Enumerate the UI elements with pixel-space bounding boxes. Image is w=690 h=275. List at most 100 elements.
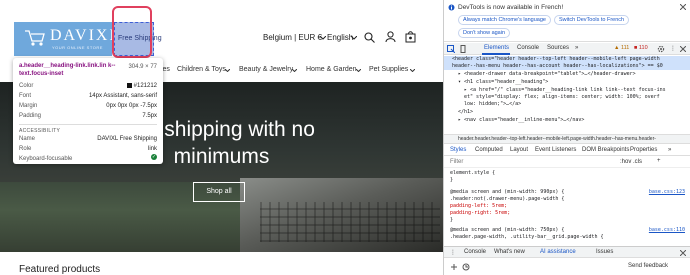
tab-dom-breakpoints[interactable]: DOM Breakpoints xyxy=(582,147,629,153)
switch-to-french-button[interactable]: Switch DevTools to French xyxy=(554,15,630,25)
currency-selector[interactable]: Belgium | EUR € xyxy=(263,33,322,42)
tooltip-size: 304.9 × 77 xyxy=(128,64,157,70)
logo-subtext: YOUR ONLINE STORE xyxy=(52,45,103,50)
breadcrumb[interactable]: header.header.header--top-left.header--m… xyxy=(444,134,690,144)
more-tabs-button[interactable]: » xyxy=(575,45,578,51)
device-toolbar-icon[interactable] xyxy=(459,45,467,53)
language-selector[interactable]: English xyxy=(327,33,353,42)
chevron-down-icon xyxy=(410,69,415,72)
tooltip-row-role: Role link xyxy=(19,146,157,152)
nav-item-beauty-jewelry[interactable]: Beauty & Jewelry xyxy=(239,66,293,73)
style-line[interactable]: padding-right: 5rem; xyxy=(450,210,510,217)
chevron-down-icon xyxy=(356,69,361,72)
state-class-toggles[interactable]: :hov .cls xyxy=(620,159,642,165)
dom-line[interactable]: ▾ <h1 class="header__heading"> xyxy=(458,79,548,86)
tab-event-listeners[interactable]: Event Listeners xyxy=(535,147,576,153)
nav-item-home-garden[interactable]: Home & Garden xyxy=(306,66,357,73)
notice-text: DevTools is now available in French! xyxy=(458,4,564,11)
account-icon[interactable] xyxy=(385,31,396,43)
chevron-down-icon xyxy=(292,69,297,72)
shopping-bag-icon[interactable] xyxy=(405,30,416,43)
send-feedback-link[interactable]: Send feedback xyxy=(628,263,668,269)
tooltip-selector: a.header__heading-link.link.lin k--text.… xyxy=(19,63,116,77)
style-line[interactable]: } xyxy=(450,217,453,224)
style-line[interactable]: .header.page-width, .utility-bar__grid.p… xyxy=(450,234,604,241)
style-line[interactable]: @media screen and (min-width: 750px) { xyxy=(450,227,564,234)
active-tab-indicator xyxy=(482,53,510,55)
screen: DAVIXL YOUR ONLINE STORE Free Shipping B… xyxy=(0,0,690,275)
chevron-down-icon xyxy=(320,36,326,40)
gear-icon[interactable] xyxy=(657,45,665,53)
drawer-tabbar: ⋮ Console What's new AI assistance Issue… xyxy=(444,246,690,258)
devtools-tabbar: Elements Console Sources » ▲ 111 ■ 110 ⋮ xyxy=(444,43,690,55)
style-line[interactable]: padding-left: 5rem; xyxy=(450,203,507,210)
chevron-down-icon xyxy=(225,69,230,72)
dom-line[interactable]: ▸ <header-drawer data-breakpoint="tablet… xyxy=(458,71,636,78)
dom-tree: <header class="header header--top-left h… xyxy=(444,56,690,133)
search-icon[interactable] xyxy=(364,32,375,43)
more-subtabs-button[interactable]: » xyxy=(668,147,671,153)
store-logo[interactable]: DAVIXL YOUR ONLINE STORE xyxy=(14,22,119,56)
style-line[interactable]: } xyxy=(450,177,453,184)
close-icon[interactable] xyxy=(680,4,686,10)
dont-show-again-button[interactable]: Don't show again xyxy=(458,28,511,38)
new-rule-button[interactable]: + xyxy=(657,158,661,164)
dom-line[interactable]: <header class="header header--top-left h… xyxy=(452,56,660,63)
tooltip-accessibility-heading: ACCESSIBILITY xyxy=(19,124,157,134)
drawer-tab-issues[interactable]: Issues xyxy=(596,249,613,255)
new-chat-icon[interactable] xyxy=(450,263,458,271)
style-line[interactable]: @media screen and (min-width: 990px) { xyxy=(450,189,564,196)
more-options-button[interactable]: ⋮ xyxy=(670,45,676,52)
dom-line[interactable]: header--has-menu header--has-account hea… xyxy=(452,63,663,70)
dom-line[interactable]: ▸ <a href="/" class="header__heading-lin… xyxy=(464,87,666,94)
history-icon[interactable] xyxy=(462,263,470,271)
errors-count[interactable]: ■ 110 xyxy=(634,45,648,51)
language-notice-banner: DevTools is now available in French! Alw… xyxy=(444,0,690,42)
tab-properties[interactable]: Properties xyxy=(630,147,657,153)
annotation-circle xyxy=(112,6,152,58)
tab-elements[interactable]: Elements xyxy=(484,45,509,51)
stylesheet-link[interactable]: base.css:110 xyxy=(649,227,685,234)
cart-icon xyxy=(25,30,45,46)
dom-line[interactable]: ▸ <nav class="header__inline-menu">…</na… xyxy=(458,117,584,124)
tooltip-row-font: Font 14px Assistant, sans-serif xyxy=(19,93,157,99)
tab-computed[interactable]: Computed xyxy=(475,147,503,153)
tooltip-row-padding: Padding 7.5px xyxy=(19,113,157,119)
style-line[interactable]: .header:not(.drawer-menu).page-width { xyxy=(450,196,564,203)
hero-background-keyboard xyxy=(260,202,440,242)
logo-text: DAVIXL xyxy=(50,27,122,44)
tab-styles[interactable]: Styles xyxy=(450,147,466,153)
stylesheet-link[interactable]: base.css:123 xyxy=(649,189,685,196)
style-line[interactable]: element.style { xyxy=(450,170,495,177)
match-language-button[interactable]: Always match Chrome's language xyxy=(458,15,551,25)
tooltip-row-focusable: Keyboard-focusable ✓ xyxy=(19,154,157,162)
shop-all-button[interactable]: Shop all xyxy=(193,182,245,202)
tab-console[interactable]: Console xyxy=(517,45,539,51)
tooltip-row-color: Color #121212 xyxy=(19,82,157,89)
drawer-tab-ai-assistance[interactable]: AI assistance xyxy=(540,249,576,255)
drawer-menu-button[interactable]: ⋮ xyxy=(450,249,456,256)
store-page: DAVIXL YOUR ONLINE STORE Free Shipping B… xyxy=(0,0,443,275)
dom-line[interactable]: </h1> xyxy=(458,109,473,116)
nav-item-pet-supplies[interactable]: Pet Supplies xyxy=(369,66,408,73)
inspect-element-icon[interactable] xyxy=(447,45,455,53)
nav-item-children-toys[interactable]: Children & Toys xyxy=(177,66,226,73)
drawer-tab-whats-new[interactable]: What's new xyxy=(494,249,525,255)
tab-sources[interactable]: Sources xyxy=(547,45,569,51)
check-icon: ✓ xyxy=(151,154,157,160)
drawer-footer: Send feedback xyxy=(444,259,690,275)
filter-input[interactable]: Filter xyxy=(450,159,463,165)
close-icon[interactable] xyxy=(680,250,686,256)
styles-filter-bar: Filter :hov .cls + xyxy=(444,157,690,168)
tooltip-row-name: Name DAVIXL Free Shipping xyxy=(19,136,157,142)
drawer-tab-console[interactable]: Console xyxy=(464,249,486,255)
chevron-down-icon xyxy=(351,36,357,40)
warnings-count[interactable]: ▲ 111 xyxy=(614,45,629,51)
tab-layout[interactable]: Layout xyxy=(510,147,528,153)
close-icon[interactable] xyxy=(680,46,686,52)
dom-line[interactable]: low: hidden;">…</a> xyxy=(464,101,521,108)
color-swatch xyxy=(126,82,132,88)
inspect-tooltip: a.header__heading-link.link.lin k--text.… xyxy=(13,58,163,164)
featured-products-heading: Featured products xyxy=(19,264,101,275)
dom-line[interactable]: et" style="display: flex; align-items: c… xyxy=(464,94,660,101)
